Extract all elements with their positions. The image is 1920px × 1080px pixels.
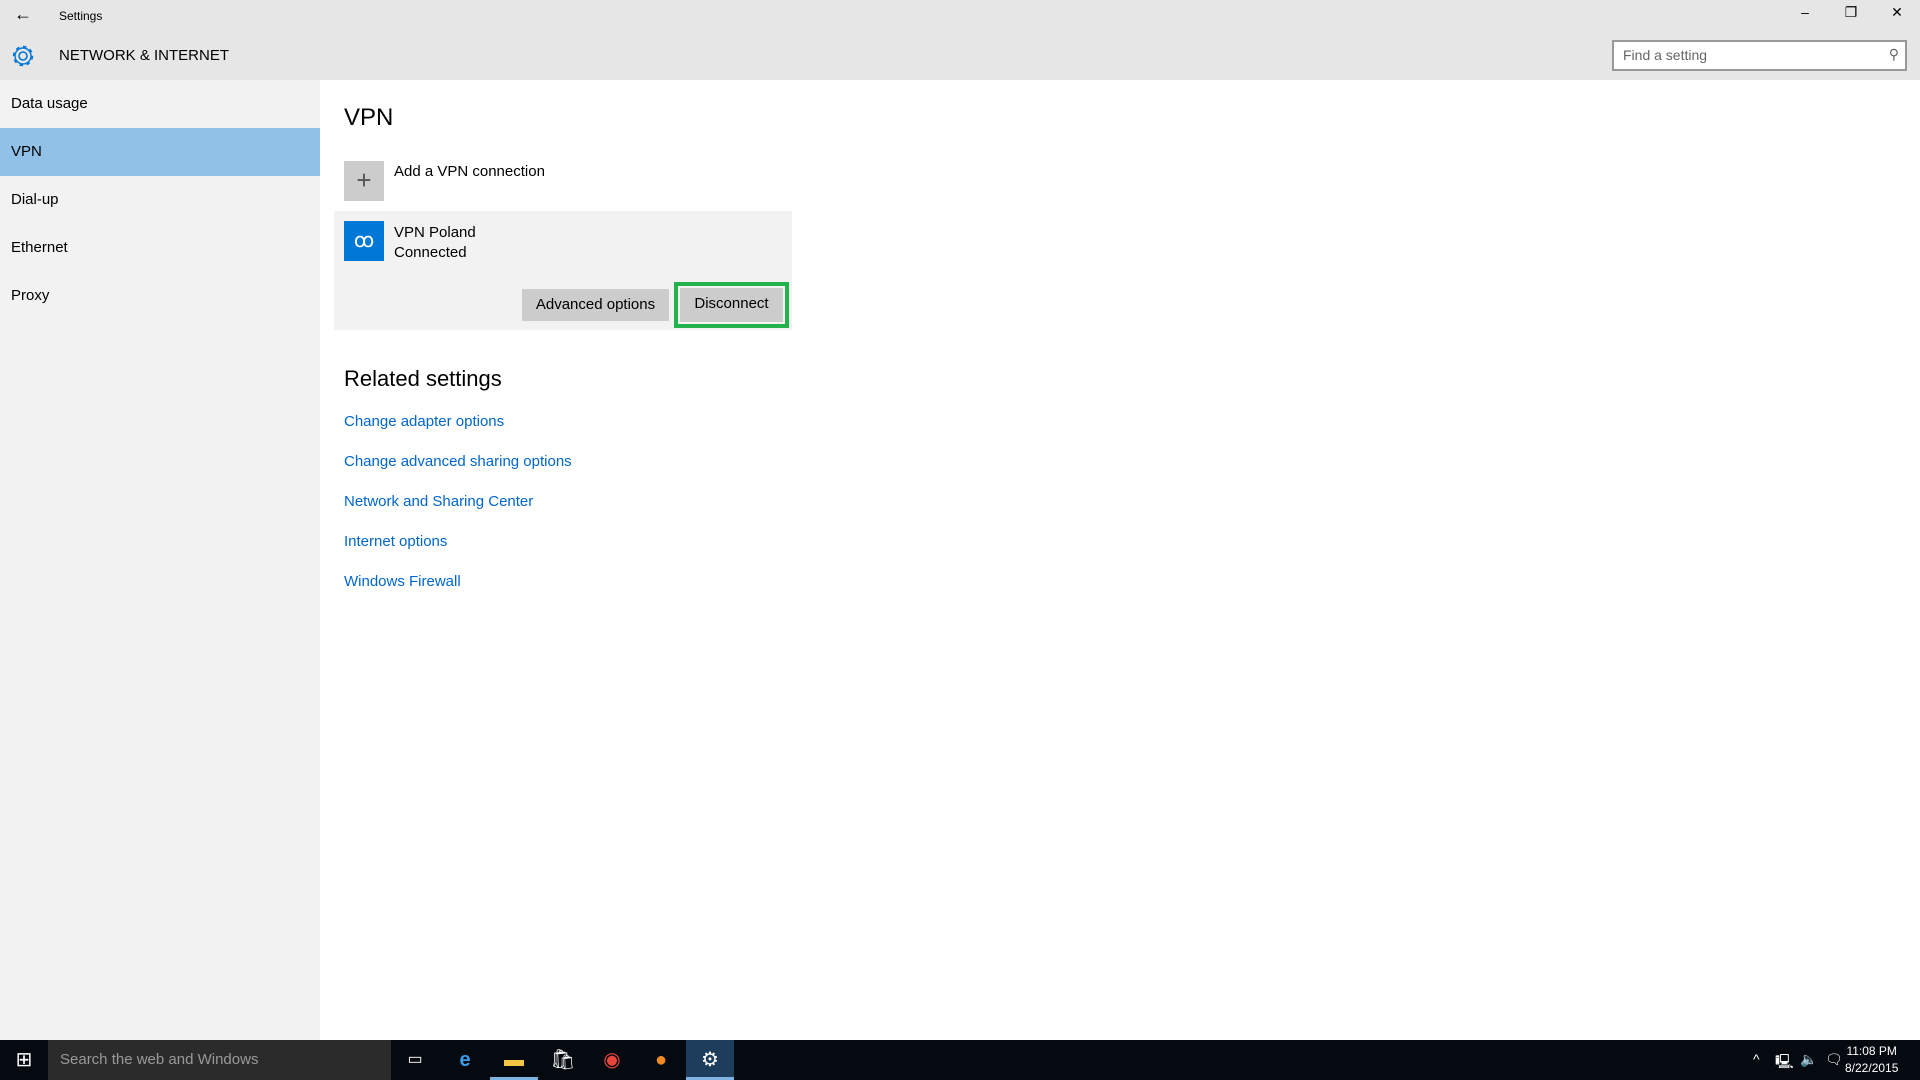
- chrome-icon[interactable]: ◉: [588, 1040, 636, 1080]
- clock[interactable]: 11:08 PM 8/22/2015: [1845, 1043, 1898, 1077]
- time: 11:08 PM: [1846, 1044, 1897, 1058]
- link-internet-options[interactable]: Internet options: [344, 533, 447, 550]
- sidebar: Data usage VPN Dial-up Ethernet Proxy: [0, 80, 320, 1040]
- vpn-status: Connected: [394, 244, 467, 261]
- sidebar-item-proxy[interactable]: Proxy: [0, 272, 320, 320]
- edge-icon[interactable]: e: [441, 1040, 489, 1080]
- action-center-icon[interactable]: 🗨: [1825, 1051, 1843, 1068]
- back-arrow-icon[interactable]: ←: [14, 4, 32, 25]
- advanced-options-button[interactable]: Advanced options: [522, 289, 669, 321]
- sidebar-item-vpn[interactable]: VPN: [0, 128, 320, 176]
- link-windows-firewall[interactable]: Windows Firewall: [344, 573, 461, 590]
- settings-taskbar-icon[interactable]: ⚙: [686, 1040, 734, 1080]
- add-vpn-button[interactable]: +: [344, 161, 384, 201]
- sidebar-item-data-usage[interactable]: Data usage: [0, 80, 320, 128]
- task-view-icon[interactable]: ▭: [391, 1040, 439, 1080]
- link-change-adapter-options[interactable]: Change adapter options: [344, 413, 504, 430]
- firefox-icon[interactable]: ●: [637, 1040, 685, 1080]
- minimize-button[interactable]: –: [1782, 4, 1828, 20]
- vpn-name: VPN Poland: [394, 224, 476, 241]
- sidebar-item-ethernet[interactable]: Ethernet: [0, 224, 320, 272]
- add-vpn-label[interactable]: Add a VPN connection: [394, 163, 545, 180]
- related-settings-title: Related settings: [344, 366, 502, 391]
- vpn-icon: ꝏ: [344, 221, 384, 261]
- link-network-sharing-center[interactable]: Network and Sharing Center: [344, 493, 533, 510]
- page-title: VPN: [344, 104, 394, 131]
- section-title: NETWORK & INTERNET: [59, 47, 230, 64]
- sidebar-item-dial-up[interactable]: Dial-up: [0, 176, 320, 224]
- taskbar: ⊞ Search the web and Windows ▭ e ▬ 🛍 ◉ ●…: [0, 1040, 1920, 1080]
- network-icon[interactable]: 🖳: [1775, 1051, 1794, 1075]
- date: 8/22/2015: [1845, 1061, 1899, 1075]
- find-setting-input[interactable]: Find a setting ⚲: [1612, 40, 1907, 71]
- volume-icon[interactable]: 🔈: [1800, 1051, 1817, 1068]
- show-hidden-icons-chevron-icon[interactable]: ^: [1753, 1051, 1760, 1067]
- title-bar: ← Settings – ❐ ✕ NETWORK & INTERNET Find…: [0, 0, 1920, 80]
- store-icon[interactable]: 🛍: [539, 1040, 587, 1080]
- link-change-advanced-sharing[interactable]: Change advanced sharing options: [344, 453, 572, 470]
- search-icon: ⚲: [1888, 46, 1899, 62]
- window-title: Settings: [59, 9, 103, 23]
- taskbar-search[interactable]: Search the web and Windows: [48, 1040, 391, 1080]
- start-windows-icon[interactable]: ⊞: [0, 1040, 48, 1080]
- plus-icon: +: [356, 165, 372, 195]
- file-explorer-icon[interactable]: ▬: [490, 1040, 538, 1080]
- disconnect-button[interactable]: Disconnect: [680, 288, 783, 322]
- search-placeholder: Find a setting: [1623, 47, 1708, 63]
- close-button[interactable]: ✕: [1874, 4, 1920, 21]
- gear-icon: [12, 45, 34, 67]
- restore-button[interactable]: ❐: [1828, 4, 1874, 21]
